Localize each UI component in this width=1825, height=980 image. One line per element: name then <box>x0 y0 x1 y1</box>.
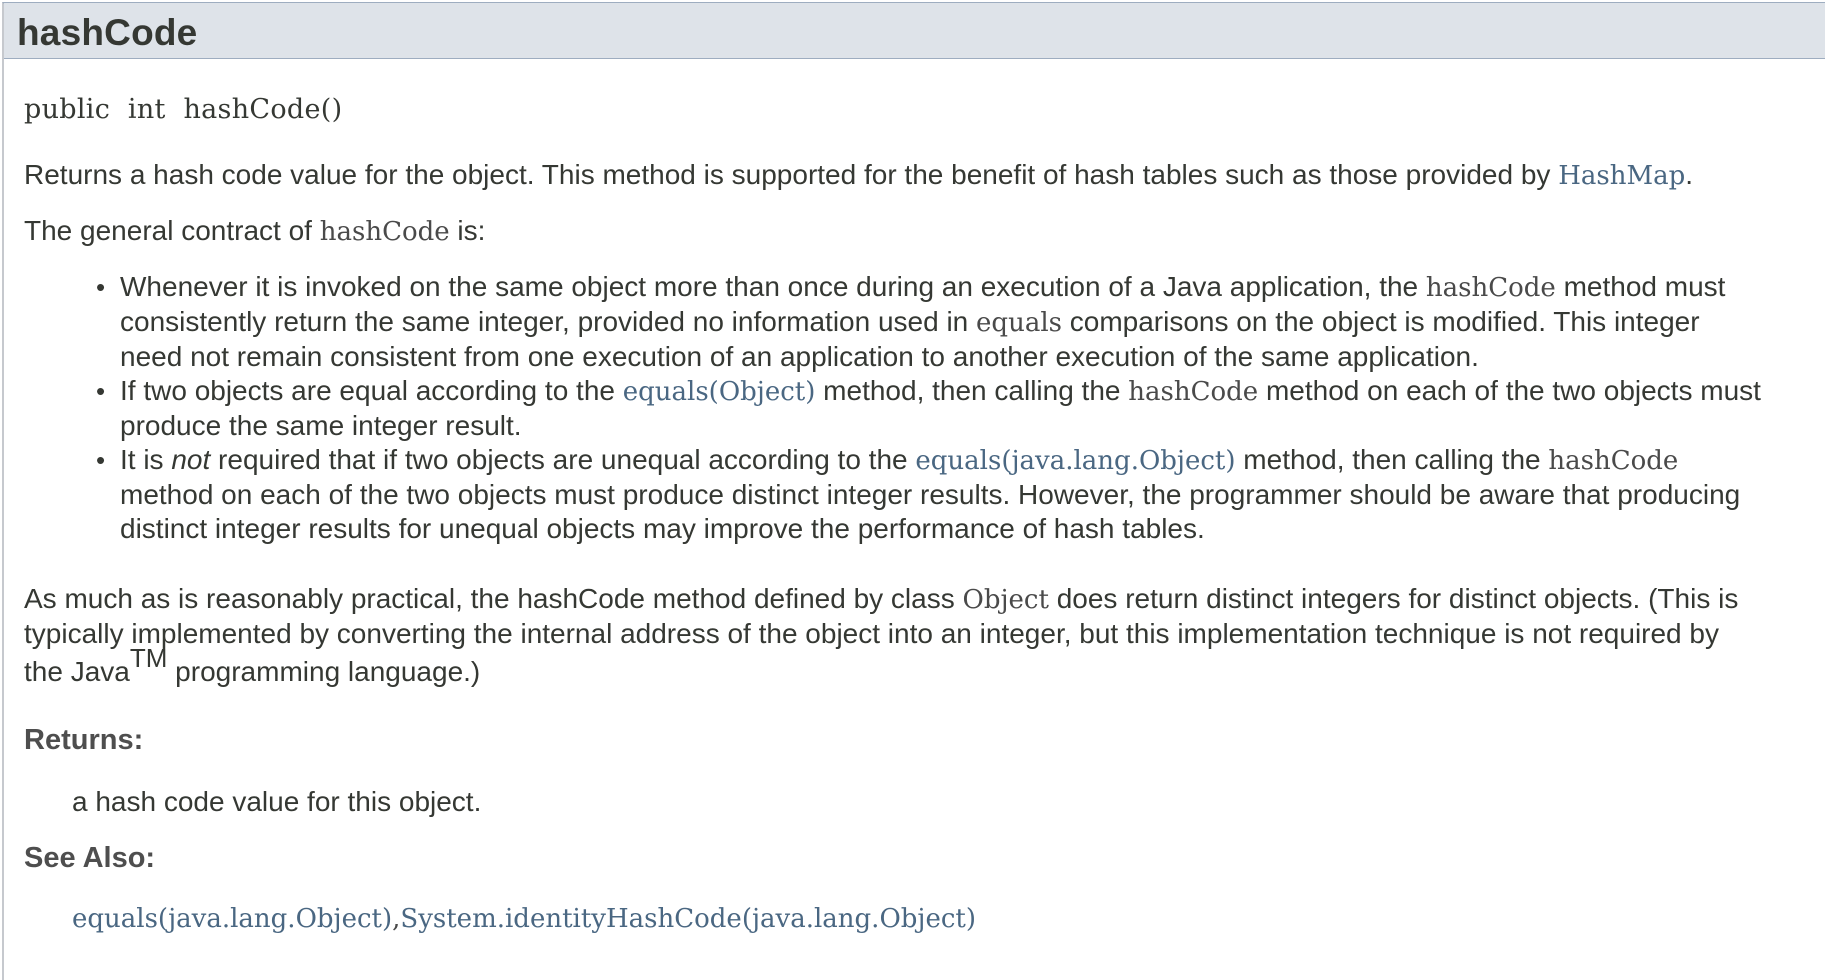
text: Whenever it is invoked on the same objec… <box>120 271 1426 302</box>
text: As much as is reasonably practical, the … <box>24 583 963 614</box>
hashcode-code: hashCode <box>1128 377 1259 407</box>
see-also-label: See Also: <box>24 842 156 874</box>
practical-line: typically implemented by converting the … <box>24 618 1719 649</box>
contract-item-line: produce the same integer result. <box>120 410 522 441</box>
contract-item-line: method on each of the two objects must p… <box>120 479 1741 510</box>
method-detail-page: hashCode public int hashCode() Returns a… <box>0 0 1825 980</box>
hashcode-code: hashCode <box>1425 273 1556 303</box>
see-also-equals-link[interactable]: equals(java.lang.Object) <box>72 904 392 934</box>
contract-intro-text: The general contract of <box>24 215 320 246</box>
signature-modifier: public <box>24 94 111 125</box>
text: consistently return the same integer, pr… <box>120 306 977 337</box>
hashcode-code: hashCode <box>1548 446 1679 476</box>
practical-line: As much as is reasonably practical, the … <box>24 582 1738 617</box>
text: method, then calling the <box>1235 444 1549 475</box>
contract-intro-end: is: <box>449 215 486 246</box>
text: method on each of the two objects must <box>1258 375 1761 406</box>
hashmap-link[interactable]: HashMap <box>1558 161 1685 191</box>
text: method, then calling the <box>815 375 1129 406</box>
bullet-icon: • <box>96 376 106 406</box>
equals-code: equals <box>976 308 1062 338</box>
practical-paragraph: As much as is reasonably practical, the … <box>24 582 1738 689</box>
contract-item-equal-objects: • If two objects are equal according to … <box>96 374 1825 443</box>
equals-object-link[interactable]: equals(Object) <box>623 377 816 407</box>
contract-item-line: Whenever it is invoked on the same objec… <box>120 270 1825 305</box>
object-code: Object <box>962 585 1049 615</box>
text: method must <box>1555 271 1726 302</box>
text: If two objects are equal according to th… <box>120 375 623 406</box>
see-also-links: equals(java.lang.Object),System.identity… <box>72 902 976 934</box>
contract-item-line: consistently return the same integer, pr… <box>120 305 1825 340</box>
text: programming language.) <box>167 656 481 687</box>
method-header: hashCode <box>4 3 1825 59</box>
contract-item-line: distinct integer results for unequal obj… <box>120 513 1205 544</box>
trademark-superscript: TM <box>129 642 168 673</box>
text: the Java <box>24 656 130 687</box>
contract-item-unequal-objects: • It is not required that if two objects… <box>96 443 1825 546</box>
contract-intro: The general contract of hashCode is: <box>24 214 485 249</box>
signature-name: hashCode() <box>183 94 343 125</box>
contract-item-line: If two objects are equal according to th… <box>120 374 1825 409</box>
bullet-icon: • <box>96 445 106 475</box>
contract-item-line: need not remain consistent from one exec… <box>120 341 1479 372</box>
description-period: . <box>1685 159 1694 190</box>
description-paragraph: Returns a hash code value for the object… <box>24 158 1693 193</box>
method-signature: public int hashCode() <box>24 94 342 125</box>
equals-java-lang-object-link[interactable]: equals(java.lang.Object) <box>915 446 1235 476</box>
description-text: Returns a hash code value for the object… <box>24 159 1559 190</box>
contract-item-line: It is not required that if two objects a… <box>120 443 1825 478</box>
text: comparisons on the object is modified. T… <box>1061 306 1700 337</box>
contract-item-consistency: • Whenever it is invoked on the same obj… <box>96 270 1825 374</box>
see-also-identityhashcode-link[interactable]: System.identityHashCode(java.lang.Object… <box>400 904 976 934</box>
hashcode-code: hashCode <box>319 217 450 247</box>
returns-value: a hash code value for this object. <box>72 786 482 817</box>
text: It is <box>120 444 172 475</box>
practical-line: the JavaTM programming language.) <box>24 645 1738 689</box>
text: does return distinct integers for distin… <box>1048 583 1739 614</box>
returns-label: Returns: <box>24 724 144 756</box>
signature-type: int <box>127 94 166 125</box>
emphasis-not: not <box>171 444 211 475</box>
text: required that if two objects are unequal… <box>210 444 916 475</box>
method-title: hashCode <box>17 12 198 53</box>
contract-list: • Whenever it is invoked on the same obj… <box>96 270 1825 546</box>
bullet-icon: • <box>96 272 106 302</box>
